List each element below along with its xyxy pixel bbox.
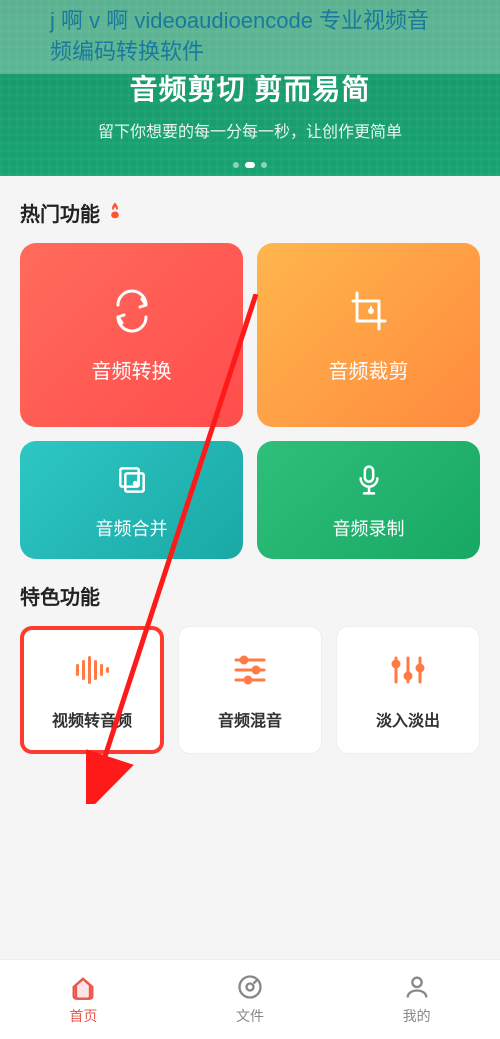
card-video-to-audio[interactable]: 视频转音频 xyxy=(20,626,164,754)
section-title: 热门功能 xyxy=(20,198,100,227)
card-label: 音频转换 xyxy=(92,355,172,384)
mic-icon xyxy=(349,460,389,505)
sliders-icon xyxy=(230,650,270,695)
crop-icon xyxy=(345,287,393,341)
dot[interactable] xyxy=(233,162,239,168)
tab-files[interactable]: 文件 xyxy=(167,960,334,1039)
section-special-header: 特色功能 xyxy=(0,559,500,626)
card-audio-crop[interactable]: 音频裁剪 xyxy=(257,243,480,427)
card-label: 音频混音 xyxy=(218,707,282,731)
tabbar: 首页 文件 我的 xyxy=(0,959,500,1039)
files-icon xyxy=(236,973,264,1004)
tab-label: 文件 xyxy=(236,1006,264,1026)
person-icon xyxy=(403,973,431,1004)
page-title: j 啊 v 啊 videoaudioencode 专业视频音频编码转换软件 xyxy=(0,0,500,74)
card-audio-record[interactable]: 音频录制 xyxy=(257,441,480,559)
waveform-icon xyxy=(72,650,112,695)
home-icon xyxy=(69,973,97,1004)
merge-icon xyxy=(112,460,152,505)
card-audio-merge[interactable]: 音频合并 xyxy=(20,441,243,559)
tab-mine[interactable]: 我的 xyxy=(333,960,500,1039)
card-audio-mix[interactable]: 音频混音 xyxy=(178,626,322,754)
banner-subtitle: 留下你想要的每一分每一秒，让创作更简单 xyxy=(0,118,500,142)
section-title: 特色功能 xyxy=(20,581,100,610)
card-label: 音频合并 xyxy=(96,515,168,541)
card-label: 淡入淡出 xyxy=(376,707,440,731)
card-audio-convert[interactable]: 音频转换 xyxy=(20,243,243,427)
convert-icon xyxy=(108,287,156,341)
card-label: 音频裁剪 xyxy=(329,355,409,384)
tab-label: 首页 xyxy=(69,1006,97,1026)
carousel-dots xyxy=(0,162,500,168)
banner-title: 音频剪切 剪而易简 xyxy=(0,68,500,108)
section-hot-header: 热门功能 xyxy=(0,176,500,243)
card-label: 音频录制 xyxy=(333,515,405,541)
fire-icon xyxy=(106,201,124,225)
card-fade[interactable]: 淡入淡出 xyxy=(336,626,480,754)
tab-home[interactable]: 首页 xyxy=(0,960,167,1039)
card-label: 视频转音频 xyxy=(52,707,132,731)
fade-icon xyxy=(388,650,428,695)
dot-active[interactable] xyxy=(245,162,255,168)
dot[interactable] xyxy=(261,162,267,168)
tab-label: 我的 xyxy=(403,1006,431,1026)
